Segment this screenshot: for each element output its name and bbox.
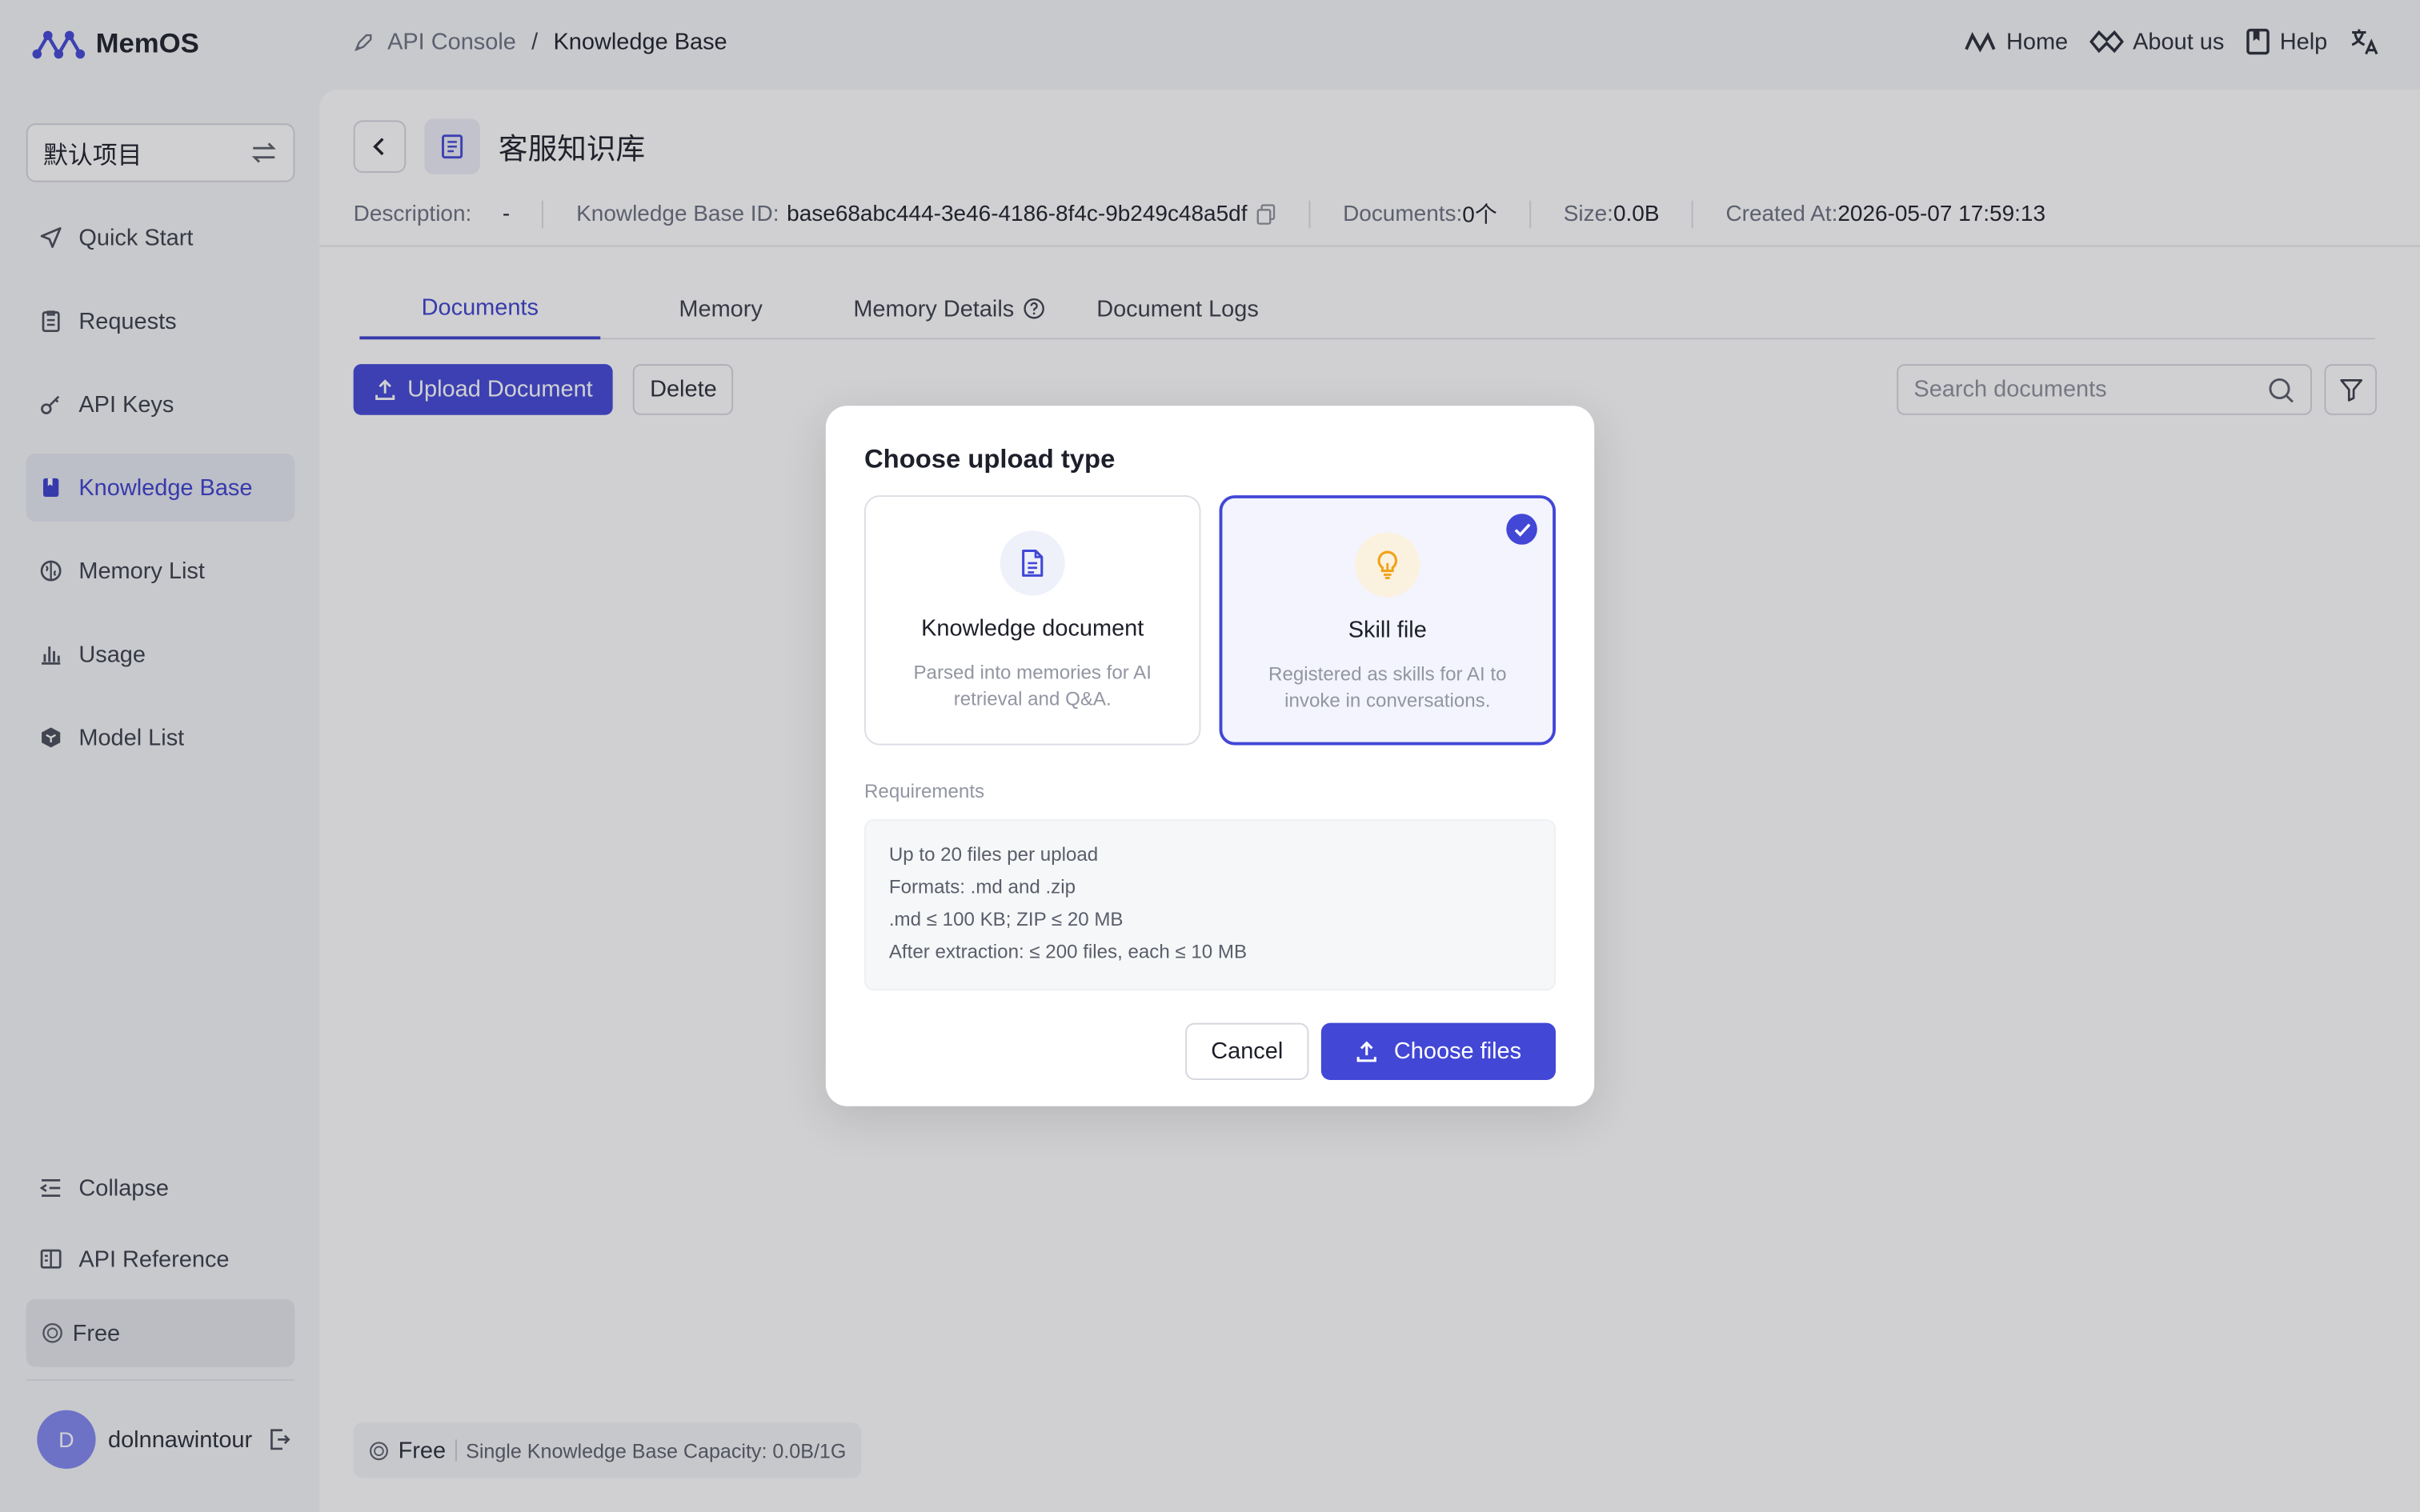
upload-icon <box>1357 1041 1377 1062</box>
option-name: Knowledge document <box>921 615 1144 642</box>
selected-check-icon <box>1506 514 1537 545</box>
option-icon-wrap <box>1355 532 1420 598</box>
requirements-box: Up to 20 files per upload Formats: .md a… <box>863 819 1556 991</box>
option-name: Skill file <box>1348 617 1427 644</box>
document-icon <box>1022 549 1044 577</box>
option-knowledge-document[interactable]: Knowledge document Parsed into memories … <box>863 495 1201 746</box>
option-description: Parsed into memories for AI retrieval an… <box>913 662 1152 710</box>
option-skill-file[interactable]: Skill file Registered as skills for AI t… <box>1219 495 1556 746</box>
option-description: Registered as skills for AI to invoke in… <box>1268 663 1507 711</box>
lightbulb-icon <box>1377 550 1398 579</box>
upload-type-modal: Choose upload type Knowledge document Pa… <box>825 406 1595 1106</box>
app-root: MemOS API Console / Knowledge Base Home … <box>0 0 2420 1512</box>
cancel-button[interactable]: Cancel <box>1185 1022 1309 1080</box>
option-icon-wrap <box>1000 530 1065 596</box>
requirement-item: Up to 20 files per upload <box>888 843 1099 866</box>
modal-title: Choose upload type <box>863 444 1116 474</box>
requirement-item: After extraction: ≤ 200 files, each ≤ 10… <box>888 941 1248 963</box>
requirement-item: .md ≤ 100 KB; ZIP ≤ 20 MB <box>888 908 1124 930</box>
requirements-label: Requirements <box>863 780 985 802</box>
choose-files-button[interactable]: Choose files <box>1320 1022 1556 1080</box>
choose-files-label: Choose files <box>1393 1038 1522 1065</box>
requirement-item: Formats: .md and .zip <box>888 876 1076 898</box>
